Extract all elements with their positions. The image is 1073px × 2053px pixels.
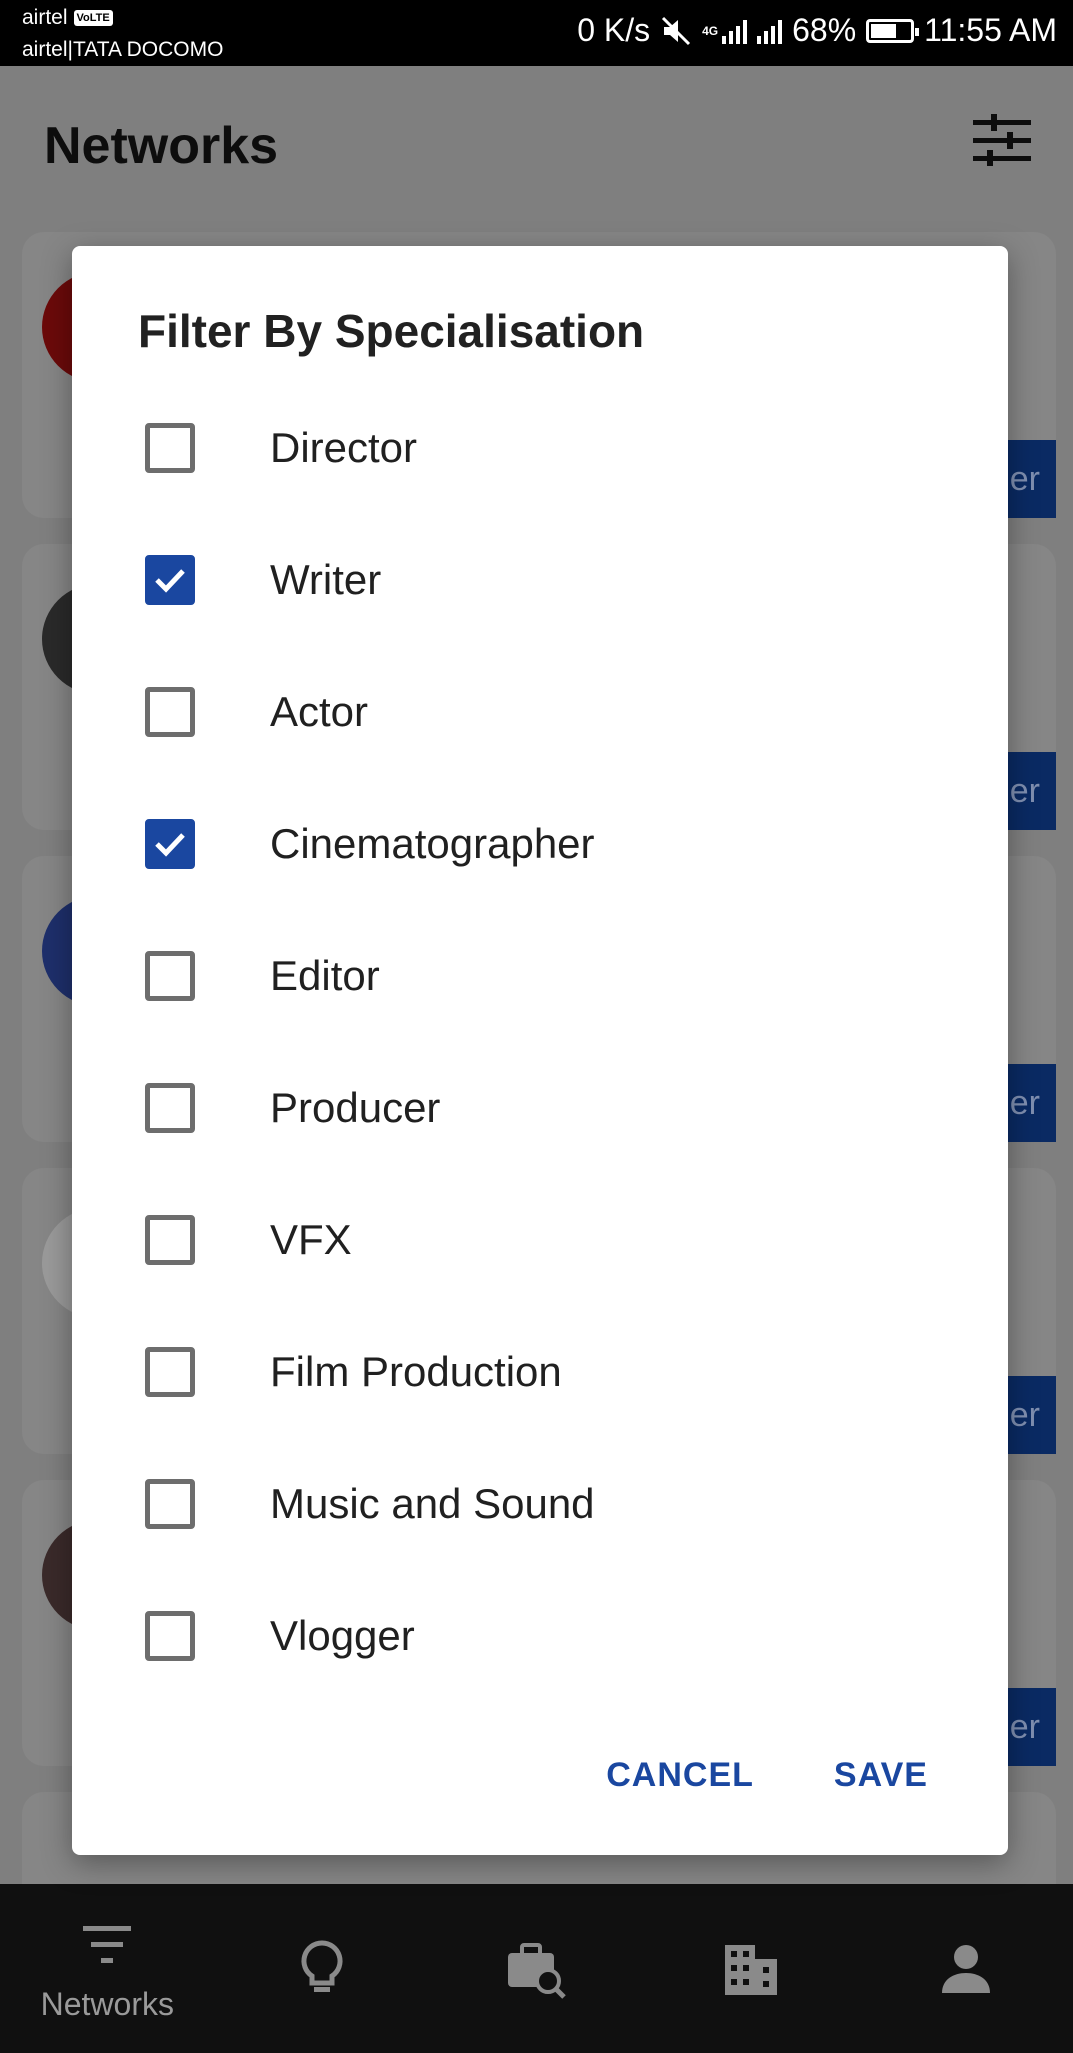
checkbox-checked[interactable] <box>145 555 195 605</box>
option-film-production[interactable]: Film Production <box>72 1306 1008 1438</box>
nav-item-ideas[interactable] <box>215 1884 430 2053</box>
checkbox[interactable] <box>145 1611 195 1661</box>
cancel-button[interactable]: CANCEL <box>606 1756 754 1795</box>
network-speed: 0 K/s <box>577 12 651 48</box>
option-label: Writer <box>270 556 382 603</box>
volte-badge: VoLTE <box>73 10 113 26</box>
option-label: Editor <box>270 952 380 999</box>
bottom-navigation: Networks <box>0 1884 1073 2053</box>
checkbox[interactable] <box>145 951 195 1001</box>
network-type: 4G <box>702 23 719 38</box>
tune-filter-icon[interactable] <box>973 114 1031 166</box>
option-writer[interactable]: Writer <box>72 514 1008 646</box>
checkbox[interactable] <box>145 1347 195 1397</box>
checkbox[interactable] <box>145 687 195 737</box>
clock: 11:55 AM <box>924 12 1057 48</box>
option-vfx[interactable]: VFX <box>72 1174 1008 1306</box>
dialog-actions: CANCEL SAVE <box>606 1756 928 1795</box>
nav-item-profile[interactable] <box>858 1884 1073 2053</box>
page-title: Networks <box>44 117 279 175</box>
lightbulb-icon <box>301 1939 343 1992</box>
carrier-name: airtel <box>22 6 68 29</box>
nav-item-jobs[interactable] <box>429 1884 644 2053</box>
job-search-icon <box>508 1942 567 1999</box>
filter-dialog: Filter By Specialisation Director Writer… <box>72 246 1008 1855</box>
checkbox-checked[interactable] <box>145 819 195 869</box>
carrier-secondary: airtel|TATA DOCOMO <box>22 38 224 61</box>
option-label: Film Production <box>270 1348 562 1395</box>
option-director[interactable]: Director <box>72 382 1008 514</box>
battery-percent: 68% <box>792 12 857 48</box>
checkmark-icon <box>155 569 185 593</box>
option-producer[interactable]: Producer <box>72 1042 1008 1174</box>
checkbox[interactable] <box>145 1083 195 1133</box>
dialog-title: Filter By Specialisation <box>138 305 645 357</box>
person-icon <box>941 1944 990 1993</box>
option-label: Actor <box>270 688 369 735</box>
option-music-and-sound[interactable]: Music and Sound <box>72 1438 1008 1570</box>
option-label: Music and Sound <box>270 1480 595 1527</box>
filter-list-icon <box>83 1926 132 1963</box>
mute-icon <box>662 16 691 45</box>
building-icon <box>725 1944 778 1995</box>
status-bar: airtel VoLTE airtel|TATA DOCOMO 0 K/s 4G… <box>0 0 1073 66</box>
option-label: Director <box>270 424 418 471</box>
option-label: Producer <box>270 1084 441 1131</box>
battery-icon <box>866 18 920 43</box>
checkbox[interactable] <box>145 1479 195 1529</box>
checkbox[interactable] <box>145 423 195 473</box>
checkbox[interactable] <box>145 1215 195 1265</box>
option-actor[interactable]: Actor <box>72 646 1008 778</box>
nav-label: Networks <box>40 1986 174 2022</box>
carrier-primary: airtel VoLTE <box>22 6 113 30</box>
status-indicators: 0 K/s 4G 68% 11:55 AM <box>577 12 1057 49</box>
checkmark-icon <box>155 833 185 857</box>
option-label: Cinematographer <box>270 820 595 867</box>
signal-icon <box>722 18 748 44</box>
option-label: VFX <box>270 1216 352 1263</box>
option-vlogger[interactable]: Vlogger <box>72 1570 1008 1702</box>
save-button[interactable]: SAVE <box>834 1756 928 1795</box>
option-editor[interactable]: Editor <box>72 910 1008 1042</box>
option-label: Vlogger <box>270 1612 415 1659</box>
nav-item-networks[interactable]: Networks <box>0 1884 215 2053</box>
signal-icon-2 <box>757 18 783 44</box>
option-cinematographer[interactable]: Cinematographer <box>72 778 1008 910</box>
nav-item-companies[interactable] <box>644 1884 859 2053</box>
